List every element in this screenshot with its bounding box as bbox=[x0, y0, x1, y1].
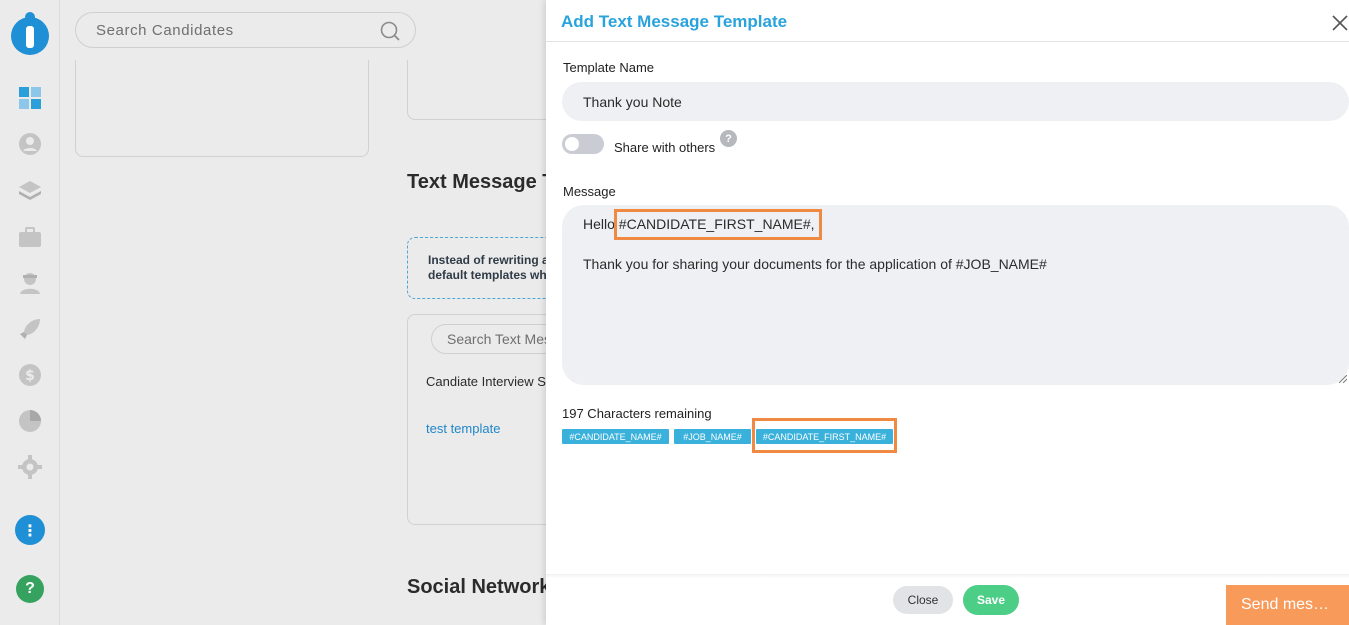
message-line: Thank you for sharing your documents for… bbox=[583, 256, 1047, 272]
candidate-search-placeholder: Search Candidates bbox=[96, 21, 234, 39]
app-logo-icon[interactable] bbox=[9, 9, 51, 57]
close-icon[interactable] bbox=[1332, 15, 1348, 31]
agent-icon[interactable] bbox=[18, 271, 42, 295]
template-list-card: Search Text Mes Candiate Interview S tes… bbox=[407, 314, 581, 525]
template-name-input[interactable]: Thank you Note bbox=[562, 82, 1349, 121]
resize-grip-icon[interactable] bbox=[1339, 375, 1347, 383]
header-divider bbox=[546, 41, 1349, 42]
pie-chart-icon[interactable] bbox=[18, 409, 42, 433]
user-icon[interactable] bbox=[18, 132, 42, 156]
panel-title: Add Text Message Template bbox=[561, 12, 788, 31]
message-label: Message bbox=[563, 184, 616, 199]
info-box: Instead of rewriting a default templates… bbox=[407, 237, 567, 299]
rocket-icon[interactable] bbox=[18, 317, 42, 341]
svg-text:$: $ bbox=[25, 368, 35, 384]
close-button[interactable]: Close bbox=[893, 586, 953, 614]
candidate-search-input[interactable]: Search Candidates bbox=[75, 12, 416, 48]
highlight-box bbox=[752, 418, 897, 453]
background-card bbox=[407, 60, 567, 120]
characters-remaining: 197 Characters remaining bbox=[562, 406, 712, 421]
background-card bbox=[75, 60, 369, 157]
help-icon[interactable]: ? bbox=[16, 575, 44, 603]
add-template-panel: Add Text Message Template Template Name … bbox=[546, 0, 1349, 625]
template-list-item[interactable]: test template bbox=[426, 421, 500, 436]
gear-icon[interactable] bbox=[18, 455, 42, 479]
share-label: Share with others bbox=[614, 140, 716, 155]
text-message-heading: Text Message T bbox=[407, 171, 555, 193]
template-list-header: Candiate Interview S bbox=[426, 374, 546, 389]
help-tooltip-icon[interactable]: ? bbox=[720, 130, 737, 147]
share-toggle[interactable] bbox=[562, 134, 604, 154]
placeholder-chip-candidate-name[interactable]: #CANDIDATE_NAME# bbox=[562, 429, 669, 444]
placeholder-chip-job-name[interactable]: #JOB_NAME# bbox=[674, 429, 751, 444]
side-rail: $ ⋮ ? bbox=[0, 0, 60, 625]
layers-icon[interactable] bbox=[18, 179, 42, 203]
save-button[interactable]: Save bbox=[963, 585, 1019, 615]
briefcase-icon[interactable] bbox=[18, 225, 42, 249]
highlight-box bbox=[614, 209, 822, 240]
dollar-icon[interactable]: $ bbox=[18, 363, 42, 387]
dashboard-icon[interactable] bbox=[18, 86, 42, 110]
social-network-heading: Social Network bbox=[407, 576, 551, 598]
template-name-label: Template Name bbox=[563, 60, 655, 75]
send-message-button[interactable]: Send mes… bbox=[1226, 585, 1349, 625]
more-options-icon[interactable]: ⋮ bbox=[15, 515, 45, 545]
toggle-knob bbox=[565, 137, 579, 151]
footer-divider bbox=[546, 574, 1349, 578]
search-icon[interactable] bbox=[379, 20, 401, 42]
